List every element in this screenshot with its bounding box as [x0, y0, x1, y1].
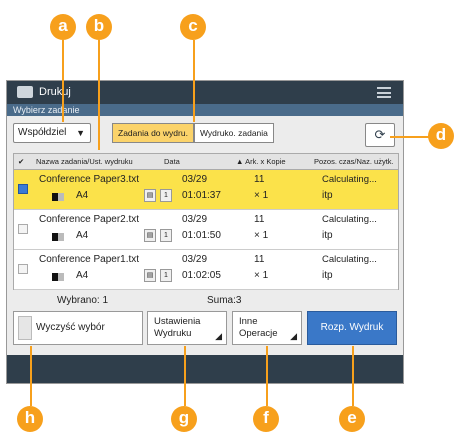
tab-printed-jobs[interactable]: Wydruko. zadania: [193, 123, 274, 143]
callout-e-line: [352, 346, 354, 406]
callout-f: f: [253, 406, 279, 432]
callout-d: d: [428, 123, 454, 149]
job-date: 03/29: [182, 254, 208, 265]
job-date: 03/29: [182, 214, 208, 225]
duplex-icon: 1: [160, 229, 172, 242]
bw-icon: [52, 233, 64, 241]
chevron-down-icon: ▼: [76, 128, 85, 138]
callout-f-line: [266, 346, 268, 406]
callout-a-line: [62, 40, 64, 122]
job-user: itp: [322, 190, 333, 201]
print-settings-label-1: Ustawienia: [154, 316, 201, 327]
document-icon: ▤: [144, 189, 156, 202]
clear-selection-indicator: [18, 316, 32, 340]
table-header: ✔ Nazwa zadania/Ust. wydruku Data ▲ Ark.…: [14, 154, 398, 170]
filter-dropdown[interactable]: Współdziel ▼: [13, 123, 91, 143]
row-checkbox[interactable]: [18, 224, 28, 234]
job-copies: × 1: [254, 230, 269, 241]
table-row[interactable]: Conference Paper1.txt A4 ▤ 1 03/29 01:02…: [14, 250, 398, 290]
callout-b: b: [86, 14, 112, 40]
callout-e: e: [339, 406, 365, 432]
job-status: Calculating...: [322, 174, 377, 185]
job-date: 03/29: [182, 174, 208, 185]
job-sheets: 11: [254, 214, 265, 225]
callout-b-line: [98, 40, 100, 150]
paper-size: A4: [76, 230, 89, 241]
col-sheets[interactable]: ▲ Ark. x Kopie: [236, 154, 286, 169]
document-icon: ▤: [144, 269, 156, 282]
menu-icon[interactable]: [377, 87, 391, 98]
duplex-icon: 1: [160, 189, 172, 202]
filter-label: Współdziel: [18, 127, 67, 138]
callout-c-line: [193, 40, 195, 122]
check-all-icon[interactable]: ✔: [18, 154, 24, 169]
refresh-button[interactable]: ⟳: [365, 123, 395, 147]
row-checkbox[interactable]: [18, 184, 28, 194]
job-time: 01:02:05: [182, 270, 221, 281]
job-name: Conference Paper1.txt: [39, 254, 140, 265]
row-checkbox[interactable]: [18, 264, 28, 274]
document-icon: ▤: [144, 229, 156, 242]
bottom-bar: [7, 355, 403, 383]
print-settings-label-2: Wydruku: [154, 328, 192, 339]
subtitle-bar: Wybierz zadanie: [7, 104, 403, 116]
tab-jobs-to-print[interactable]: Zadania do wydru.: [112, 123, 194, 143]
job-copies: × 1: [254, 190, 269, 201]
start-print-button[interactable]: Rozp. Wydruk: [307, 311, 397, 345]
duplex-icon: 1: [160, 269, 172, 282]
job-user: itp: [322, 230, 333, 241]
callout-h-line: [30, 346, 32, 406]
bw-icon: [52, 273, 64, 281]
corner-arrow-icon: ◢: [290, 331, 297, 341]
other-operations-button[interactable]: Inne Operacje ◢: [232, 311, 302, 345]
job-status: Calculating...: [322, 214, 377, 225]
job-sheets: 11: [254, 174, 265, 185]
refresh-icon: ⟳: [374, 127, 386, 142]
other-operations-label-2: Operacje: [239, 328, 278, 339]
callout-a: a: [50, 14, 76, 40]
col-status[interactable]: Pozos. czas/Naz. użytk.: [314, 154, 394, 169]
job-sheets: 11: [254, 254, 265, 265]
paper-size: A4: [76, 270, 89, 281]
callout-c: c: [180, 14, 206, 40]
job-status: Calculating...: [322, 254, 377, 265]
job-time: 01:01:37: [182, 190, 221, 201]
clear-selection-label: Wyczyść wybór: [36, 322, 105, 333]
clear-selection-button[interactable]: Wyczyść wybór: [13, 311, 143, 345]
other-operations-label-1: Inne: [239, 316, 258, 327]
corner-arrow-icon: ◢: [215, 331, 222, 341]
callout-g-line: [184, 346, 186, 406]
window-title: Drukuj: [39, 86, 71, 98]
job-copies: × 1: [254, 270, 269, 281]
col-name[interactable]: Nazwa zadania/Ust. wydruku: [36, 154, 133, 169]
printer-icon: [17, 86, 33, 98]
selected-count: Wybrano: 1: [57, 295, 109, 306]
table-row[interactable]: Conference Paper3.txt A4 ▤ 1 03/29 01:01…: [14, 170, 398, 210]
paper-size: A4: [76, 190, 89, 201]
col-date[interactable]: Data: [164, 154, 180, 169]
print-settings-button[interactable]: Ustawienia Wydruku ◢: [147, 311, 227, 345]
callout-g: g: [171, 406, 197, 432]
callout-h: h: [17, 406, 43, 432]
bw-icon: [52, 193, 64, 201]
job-user: itp: [322, 270, 333, 281]
total-count: Suma:3: [207, 295, 242, 306]
title-bar: Drukuj: [7, 81, 403, 104]
job-name: Conference Paper3.txt: [39, 174, 140, 185]
job-name: Conference Paper2.txt: [39, 214, 140, 225]
job-time: 01:01:50: [182, 230, 221, 241]
job-table: ✔ Nazwa zadania/Ust. wydruku Data ▲ Ark.…: [13, 153, 399, 290]
job-tabs: Zadania do wydru. Wydruko. zadania: [112, 123, 274, 143]
print-screen: Drukuj Wybierz zadanie Współdziel ▼ Zada…: [6, 80, 404, 384]
table-row[interactable]: Conference Paper2.txt A4 ▤ 1 03/29 01:01…: [14, 210, 398, 250]
